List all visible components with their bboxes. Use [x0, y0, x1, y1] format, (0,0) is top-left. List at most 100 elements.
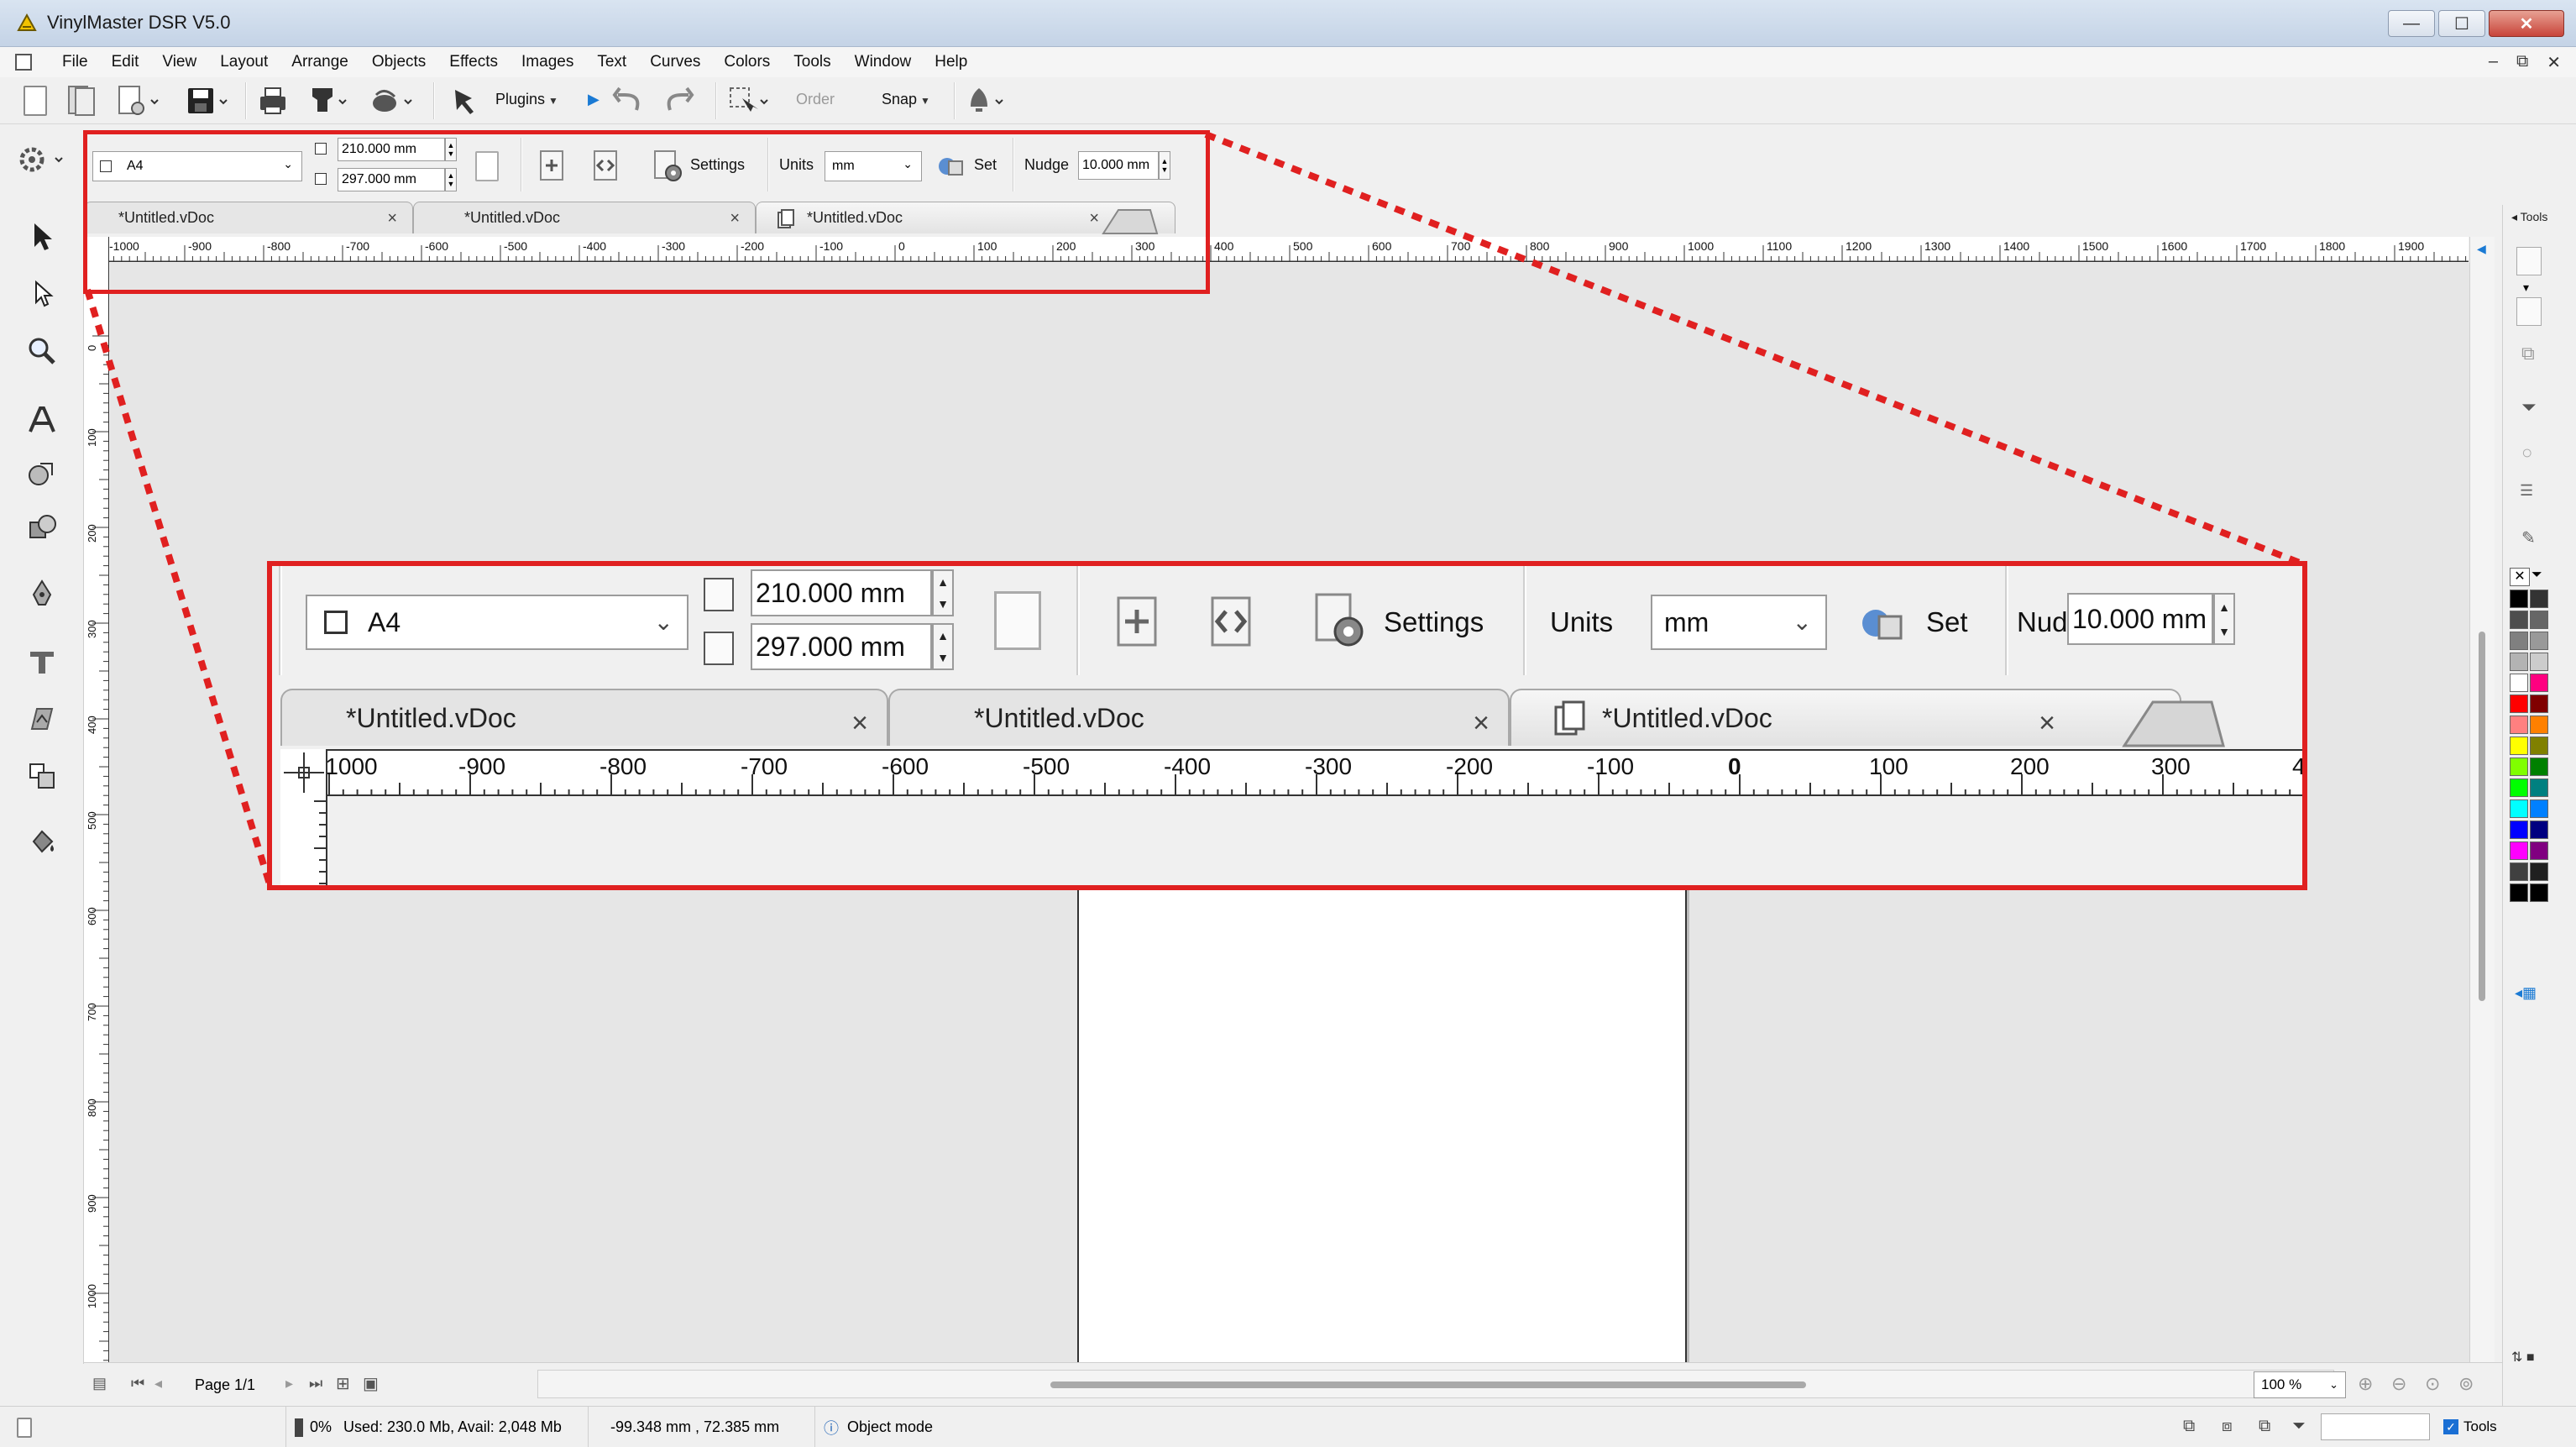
- mdi-minimize-icon[interactable]: –: [2489, 52, 2498, 73]
- zoom-document-tab[interactable]: *Untitled.vDoc ×: [888, 689, 1510, 746]
- palette-swatch[interactable]: [2510, 590, 2528, 608]
- palette-swatch[interactable]: [2530, 611, 2548, 629]
- palette-swatch[interactable]: [2530, 820, 2548, 839]
- palette-swatch[interactable]: [2510, 883, 2528, 902]
- menu-effects[interactable]: Effects: [437, 53, 510, 71]
- zoom-vertical-ruler[interactable]: [280, 749, 327, 885]
- menu-text[interactable]: Text: [585, 53, 638, 71]
- palette-swatch[interactable]: [2510, 862, 2528, 881]
- zoom-settings-button[interactable]: Settings: [1384, 606, 1484, 638]
- status-filter-icon[interactable]: ⏷: [2292, 1417, 2306, 1436]
- circle-icon[interactable]: ○: [2521, 442, 2532, 464]
- zoom-units-select[interactable]: mm ⌄: [1651, 595, 1827, 650]
- last-page-icon[interactable]: ⏭: [309, 1375, 322, 1392]
- zoom-page-settings-icon[interactable]: [1313, 591, 1369, 650]
- palette-swatch[interactable]: [2510, 611, 2528, 629]
- zoom-document-tab-active[interactable]: *Untitled.vDoc ×: [1510, 689, 2181, 746]
- zoom-set-units-icon[interactable]: [1859, 603, 1906, 645]
- zoom-page-navigation-icon[interactable]: [1209, 595, 1253, 648]
- add-page-nav-icon[interactable]: ⊞: [336, 1373, 350, 1394]
- menu-colors[interactable]: Colors: [712, 53, 782, 71]
- image-tool-icon[interactable]: [22, 699, 62, 739]
- tools-toggle[interactable]: ✓ Tools: [2443, 1418, 2497, 1435]
- menu-file[interactable]: File: [50, 53, 100, 71]
- bell-icon[interactable]: [966, 84, 1008, 118]
- palette-swatch[interactable]: [2510, 653, 2528, 671]
- palette-swatch[interactable]: [2510, 674, 2528, 692]
- minimize-button[interactable]: —: [2388, 10, 2435, 37]
- zoom-nudge-input[interactable]: 10.000 mm: [2067, 593, 2213, 645]
- next-page-icon[interactable]: ▸: [285, 1375, 293, 1392]
- palette-swatch[interactable]: [2510, 800, 2528, 818]
- redo-icon[interactable]: [660, 84, 697, 118]
- document-icon[interactable]: [15, 54, 32, 71]
- palette-swatch[interactable]: [2530, 632, 2548, 650]
- scroll-up-icon[interactable]: ◀: [2477, 242, 2486, 256]
- menu-curves[interactable]: Curves: [638, 53, 712, 71]
- new-document-icon[interactable]: [24, 84, 47, 118]
- plugins-menu[interactable]: Plugins ▼: [495, 91, 558, 108]
- menu-view[interactable]: View: [150, 53, 208, 71]
- zoom-width-spinner[interactable]: ▲ ▼: [932, 569, 954, 616]
- menu-layout[interactable]: Layout: [208, 53, 280, 71]
- palette-swatch[interactable]: [2510, 737, 2528, 755]
- zoom-nudge-spinner[interactable]: ▲ ▼: [2213, 593, 2235, 645]
- zoom-page-icon[interactable]: ⊚: [2458, 1373, 2474, 1395]
- save-icon[interactable]: [186, 84, 230, 118]
- menu-objects[interactable]: Objects: [360, 53, 437, 71]
- color-swap-icon[interactable]: ⇅ ■: [2511, 1349, 2535, 1366]
- vertical-ruler[interactable]: 01002003004005006007008009001000mm: [84, 237, 109, 1362]
- print-icon[interactable]: [257, 84, 289, 118]
- menu-arrange[interactable]: Arrange: [280, 53, 360, 71]
- zoom-out-icon[interactable]: ⊖: [2391, 1373, 2406, 1395]
- palette-swatch[interactable]: [2530, 862, 2548, 881]
- funnel-icon[interactable]: ⏷: [2521, 396, 2537, 418]
- palette-swatch[interactable]: [2530, 590, 2548, 608]
- zoom-orientation-icon[interactable]: [994, 591, 1041, 650]
- palette-add-icon[interactable]: ◂▦: [2515, 984, 2537, 1002]
- zoom-height-spinner[interactable]: ▲ ▼: [932, 623, 954, 670]
- mdi-close-icon[interactable]: ✕: [2547, 52, 2561, 73]
- palette-swatch[interactable]: [2530, 737, 2548, 755]
- palette-swatch[interactable]: [2510, 716, 2528, 734]
- menu-window[interactable]: Window: [843, 53, 924, 71]
- order-button[interactable]: Order: [796, 91, 835, 108]
- mdi-restore-icon[interactable]: ⧉: [2516, 52, 2528, 73]
- selection-icon[interactable]: [727, 84, 771, 118]
- palette-swatch[interactable]: [2530, 841, 2548, 860]
- palette-swatch[interactable]: [2530, 779, 2548, 797]
- fill-preview-icon[interactable]: [2516, 247, 2542, 275]
- palette-swatch[interactable]: [2510, 820, 2528, 839]
- status-group-icon[interactable]: ⧈: [2222, 1417, 2233, 1436]
- palette-swatch[interactable]: [2510, 758, 2528, 776]
- swap-arrow-icon[interactable]: ▾: [2523, 280, 2529, 295]
- palette-menu-icon[interactable]: ⏷: [2531, 568, 2542, 583]
- zoom-close-tab-icon[interactable]: ×: [851, 707, 868, 740]
- page-manager-icon[interactable]: ▣: [363, 1373, 379, 1394]
- fill-tool-icon[interactable]: [22, 823, 62, 863]
- stroke-preview-icon[interactable]: [2516, 297, 2542, 326]
- zoom-close-tab-icon[interactable]: ×: [1473, 707, 1490, 740]
- zoom-width-input[interactable]: 210.000 mm: [751, 569, 932, 616]
- view-mode-icon[interactable]: ▤: [92, 1375, 107, 1392]
- line-style-icon[interactable]: ☰: [2520, 482, 2533, 500]
- arrange-tool-icon[interactable]: [22, 756, 62, 796]
- palette-swatch[interactable]: [2510, 632, 2528, 650]
- copy-style-icon[interactable]: ⧉: [2521, 343, 2535, 364]
- zoom-in-icon[interactable]: ⊕: [2358, 1373, 2373, 1395]
- play-icon[interactable]: ▶: [588, 91, 599, 108]
- vertical-scroll-thumb[interactable]: [2479, 632, 2485, 1001]
- palette-swatch[interactable]: [2510, 695, 2528, 713]
- zoom-fit-icon[interactable]: ⊙: [2425, 1373, 2440, 1395]
- zoom-level-select[interactable]: 100 % ⌄: [2254, 1371, 2346, 1398]
- no-color-swatch[interactable]: ✕: [2510, 568, 2530, 586]
- palette-swatch[interactable]: [2530, 653, 2548, 671]
- previous-page-icon[interactable]: ◂: [154, 1375, 162, 1392]
- zoom-add-page-icon[interactable]: [1115, 595, 1159, 648]
- maximize-button[interactable]: ☐: [2438, 10, 2485, 37]
- horizontal-scroll-thumb[interactable]: [1050, 1381, 1806, 1388]
- zoom-icon[interactable]: [22, 331, 62, 371]
- undo-icon[interactable]: [611, 84, 648, 118]
- paint-bucket-icon[interactable]: [369, 84, 415, 118]
- palette-swatch[interactable]: [2510, 841, 2528, 860]
